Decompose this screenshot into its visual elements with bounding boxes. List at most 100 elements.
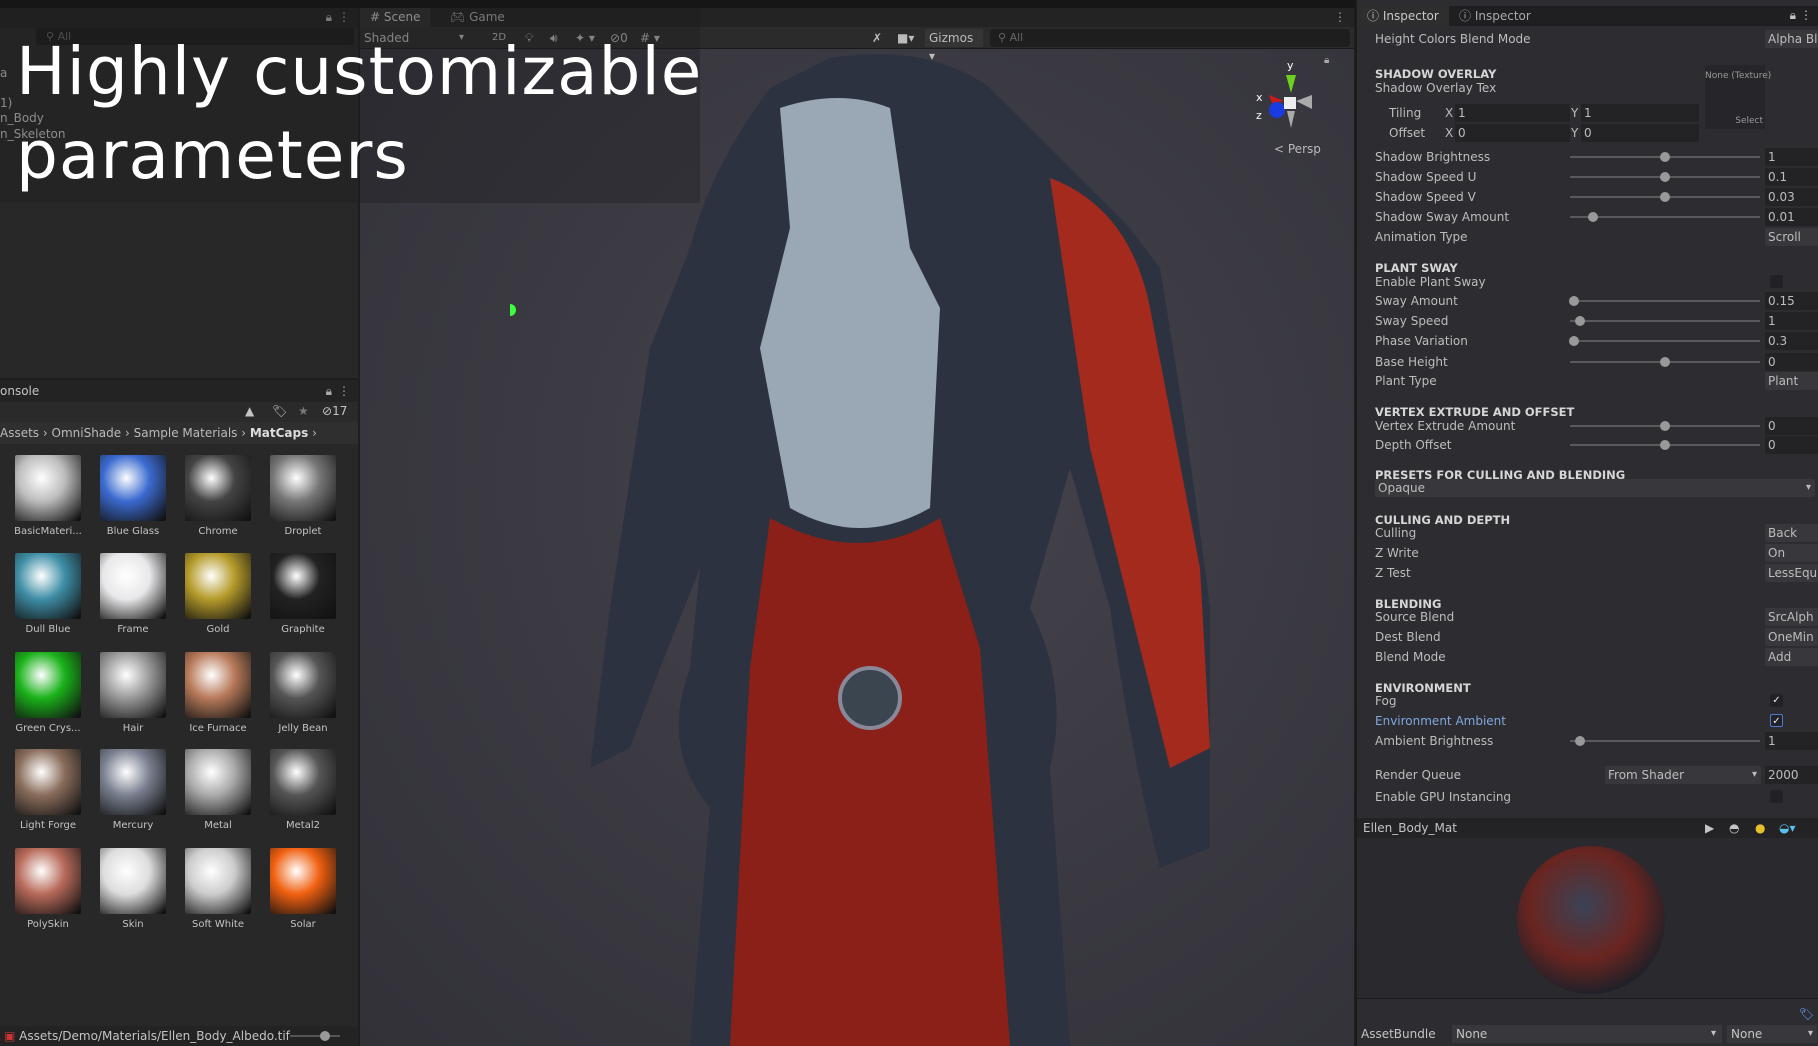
- slider-thumb[interactable]: [1568, 296, 1579, 306]
- sway-amount-value-field[interactable]: 0.15: [1765, 292, 1818, 310]
- fog-checkbox[interactable]: ✓: [1770, 694, 1783, 707]
- sway-amount-slider[interactable]: [1568, 296, 1760, 306]
- asset-item[interactable]: Blue Glass: [93, 455, 173, 537]
- tag-icon[interactable]: 🏷︎: [1799, 1007, 1814, 1021]
- persp-label[interactable]: < Persp: [1274, 142, 1321, 156]
- asset-item[interactable]: Gold: [178, 553, 258, 635]
- more-menu-icon[interactable]: ⋮: [338, 380, 350, 402]
- slider-thumb[interactable]: [1660, 357, 1670, 367]
- z-axis-cone[interactable]: [1269, 102, 1285, 118]
- slider-thumb[interactable]: [1568, 336, 1579, 346]
- asset-item[interactable]: Metal2: [263, 749, 343, 831]
- star-icon[interactable]: ★: [298, 404, 309, 418]
- camera-icon[interactable]: ■▾: [897, 29, 914, 47]
- lock-icon[interactable]: 🔒︎: [326, 380, 332, 402]
- animation-type-dropdown[interactable]: Scroll: [1765, 228, 1818, 246]
- console-tab[interactable]: onsole: [0, 384, 39, 398]
- lock-icon[interactable]: 🔒︎: [1324, 55, 1329, 66]
- enable-gpu-instancing-checkbox[interactable]: [1770, 790, 1783, 803]
- blend-mode-dropdown[interactable]: Add: [1765, 648, 1818, 666]
- shadow-speed-u-slider[interactable]: [1570, 172, 1760, 182]
- slider-thumb[interactable]: [1574, 736, 1585, 746]
- tiling-x-field[interactable]: 1: [1455, 104, 1570, 122]
- render-queue-dropdown[interactable]: From Shader: [1605, 766, 1761, 784]
- preset-dropdown[interactable]: Opaque: [1375, 479, 1815, 497]
- sway-speed-value-field[interactable]: 1: [1765, 312, 1818, 330]
- depth-offset-value-field[interactable]: 0: [1765, 436, 1818, 454]
- offset-x-field[interactable]: 0: [1455, 124, 1570, 142]
- assetbundle-variant-dropdown[interactable]: None ▾: [1727, 1025, 1817, 1043]
- slider-thumb[interactable]: [1574, 316, 1585, 326]
- ambient-brightness-value-field[interactable]: 1: [1765, 732, 1818, 750]
- filter-by-type-icon[interactable]: ▲: [245, 404, 254, 418]
- asset-item[interactable]: Dull Blue: [8, 553, 88, 635]
- slider-thumb[interactable]: [1660, 172, 1670, 182]
- base-height-value-field[interactable]: 0: [1765, 353, 1818, 371]
- plant-type-dropdown[interactable]: Plant: [1765, 372, 1818, 390]
- z-test-dropdown[interactable]: LessEqu: [1765, 564, 1818, 582]
- asset-item[interactable]: Green Crys...: [8, 652, 88, 734]
- height-colors-blend-mode-dropdown[interactable]: Alpha Bl: [1765, 30, 1818, 48]
- shadow-sway-amount-slider[interactable]: [1570, 212, 1760, 222]
- assetbundle-name-dropdown[interactable]: None ▾: [1452, 1025, 1722, 1043]
- more-menu-icon[interactable]: ⋮: [1334, 10, 1346, 24]
- tab-inspector-1[interactable]: ⓘ Inspector: [1357, 6, 1449, 26]
- asset-item[interactable]: Chrome: [178, 455, 258, 537]
- slider-thumb[interactable]: [1660, 152, 1670, 162]
- asset-item[interactable]: Light Forge: [8, 749, 88, 831]
- label-icon[interactable]: 🏷︎: [272, 404, 287, 418]
- phase-variation-slider[interactable]: [1568, 336, 1760, 346]
- x-axis-cone[interactable]: [1269, 95, 1284, 103]
- shadow-speed-v-slider[interactable]: [1570, 192, 1760, 202]
- more-menu-icon[interactable]: ⋮: [1800, 8, 1812, 22]
- hidden-packages-toggle[interactable]: ⊘17: [322, 404, 347, 418]
- asset-item[interactable]: Graphite: [263, 553, 343, 635]
- dest-blend-dropdown[interactable]: OneMin: [1765, 628, 1818, 646]
- ambient-brightness-slider[interactable]: [1570, 736, 1760, 746]
- depth-offset-slider[interactable]: [1570, 440, 1760, 450]
- environment-ambient-checkbox[interactable]: ✓: [1770, 714, 1783, 727]
- sway-speed-slider[interactable]: [1570, 316, 1760, 326]
- shadow-speed-v-value-field[interactable]: 0.03: [1765, 188, 1818, 206]
- preview-mesh-icon[interactable]: ◓: [1729, 818, 1739, 838]
- tiling-y-field[interactable]: 1: [1581, 104, 1699, 122]
- offset-y-field[interactable]: 0: [1581, 124, 1699, 142]
- breadcrumb-item[interactable]: Assets: [0, 426, 39, 440]
- asset-item[interactable]: Soft White: [178, 848, 258, 930]
- tab-inspector-2[interactable]: ⓘ Inspector: [1449, 6, 1541, 26]
- breadcrumb-item[interactable]: OmniShade: [52, 426, 122, 440]
- material-preview[interactable]: [1357, 838, 1818, 998]
- breadcrumb-item-current[interactable]: MatCaps: [250, 426, 308, 440]
- render-queue-value-field[interactable]: 2000: [1765, 766, 1818, 784]
- shadow-brightness-value-field[interactable]: 1: [1765, 148, 1818, 166]
- asset-item[interactable]: Metal: [178, 749, 258, 831]
- shadow-brightness-slider[interactable]: [1570, 152, 1760, 162]
- tools-icon[interactable]: ✗: [872, 29, 882, 47]
- asset-item[interactable]: Solar: [263, 848, 343, 930]
- phase-variation-value-field[interactable]: 0.3: [1765, 332, 1818, 350]
- shadow-speed-u-value-field[interactable]: 0.1: [1765, 168, 1818, 186]
- asset-item[interactable]: BasicMateri...: [8, 455, 88, 537]
- gizmo-cube[interactable]: [1284, 97, 1296, 109]
- preview-light-icon[interactable]: ●: [1755, 818, 1765, 838]
- preview-sky-icon[interactable]: ◒▾: [1779, 818, 1796, 838]
- slider-thumb[interactable]: [1660, 421, 1670, 431]
- culling-dropdown[interactable]: Back: [1765, 524, 1818, 542]
- breadcrumb-item[interactable]: Sample Materials: [134, 426, 238, 440]
- slider-thumb[interactable]: [1660, 192, 1670, 202]
- asset-item[interactable]: Frame: [93, 553, 173, 635]
- gizmos-dropdown[interactable]: Gizmos ▾: [925, 29, 983, 63]
- asset-item[interactable]: Ice Furnace: [178, 652, 258, 734]
- asset-item[interactable]: Hair: [93, 652, 173, 734]
- z-write-dropdown[interactable]: On: [1765, 544, 1818, 562]
- slider-thumb[interactable]: [1660, 440, 1670, 450]
- asset-item[interactable]: Droplet: [263, 455, 343, 537]
- asset-item[interactable]: PolySkin: [8, 848, 88, 930]
- vertex-extrude-amount-slider[interactable]: [1570, 421, 1760, 431]
- play-icon[interactable]: ▶: [1705, 818, 1714, 838]
- asset-item[interactable]: Mercury: [93, 749, 173, 831]
- base-height-slider[interactable]: [1570, 357, 1760, 367]
- orientation-gizmo[interactable]: y x z 🔒︎ < Persp: [1244, 53, 1334, 163]
- y-axis-cone[interactable]: [1286, 75, 1296, 93]
- slider-thumb[interactable]: [1587, 212, 1598, 222]
